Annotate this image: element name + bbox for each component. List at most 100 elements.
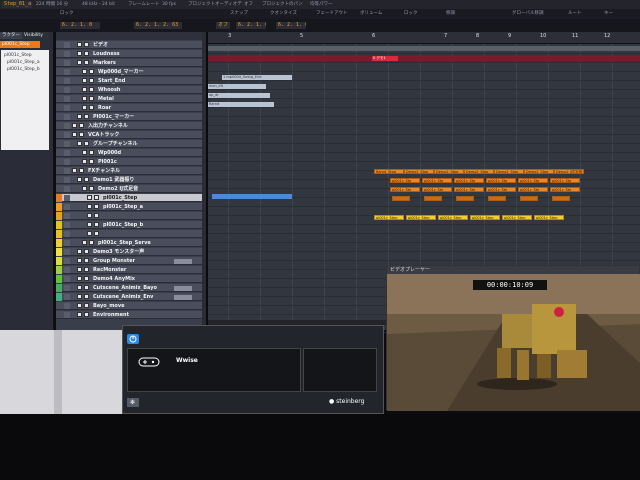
solo-button[interactable] [84,303,89,308]
track-row[interactable]: pl001c_Step [56,194,206,202]
track-row[interactable]: Demo3 モンスター声 [56,248,206,256]
audio-event[interactable]: Rarnd [208,102,274,107]
track-row[interactable] [56,212,206,220]
audio-event[interactable]: mon_lift [208,84,266,89]
mute-button[interactable] [87,204,92,209]
track-row[interactable]: Whoosh [56,86,206,94]
track-fader-chip[interactable] [174,258,192,264]
mute-button[interactable] [77,258,82,263]
track-name[interactable]: Environment [93,311,129,319]
serve-event[interactable]: pl001c_Step [502,215,532,220]
mute-button[interactable] [82,87,87,92]
step-sub-event[interactable] [424,196,442,201]
solo-button[interactable] [89,96,94,101]
track-name[interactable]: FXチャンネル [88,167,120,175]
mute-button[interactable] [77,177,82,182]
mute-button[interactable] [87,222,92,227]
solo-button[interactable] [84,114,89,119]
solo-button[interactable] [84,141,89,146]
solo-button[interactable] [79,168,84,173]
mute-button[interactable] [77,285,82,290]
serve-event[interactable]: pl001c_Step [374,215,404,220]
step-event[interactable]: pl001c_Ste [422,187,452,192]
solo-button[interactable] [94,222,99,227]
solo-button[interactable] [89,186,94,191]
position-lcd[interactable]: 6. 2. 1. 0 [60,22,100,29]
track-name[interactable]: Pl001c_マーカー [93,113,134,121]
track-row[interactable]: Start_End [56,77,206,85]
solo-button[interactable] [84,60,89,65]
mute-button[interactable] [77,267,82,272]
solo-button[interactable] [89,78,94,83]
solo-button[interactable] [94,213,99,218]
loudness-lane[interactable] [208,46,640,51]
step-sub-event[interactable] [392,196,410,201]
marker-event[interactable]: 0 デモ1 [372,56,398,61]
track-name[interactable]: Bayo_move [93,302,125,310]
mute-button[interactable] [72,168,77,173]
track-row[interactable]: Group Monster [56,257,206,265]
track-name[interactable]: Group Monster [93,257,135,265]
project-tab[interactable]: Step_01_a [2,1,32,8]
step-event-header[interactable]: Demo2_Step [524,169,554,174]
track-row[interactable]: pl001c_Step_a [56,203,206,211]
serve-event[interactable]: pl001c_Step [438,215,468,220]
solo-button[interactable] [89,105,94,110]
step-event-header[interactable]: Demo2_Step [494,169,524,174]
sync-lcd[interactable]: 6. 2. 1. 0 [236,22,266,29]
solo-button[interactable] [84,258,89,263]
mute-button[interactable] [87,195,92,200]
track-row[interactable]: Markers [56,59,206,67]
step-event-header[interactable]: Demo2 IJ式足音 [554,169,584,174]
audio-event[interactable]: op_dr [208,93,270,98]
track-name[interactable]: Cutscene_Animix_Env [93,293,153,301]
wwise-plugin-slot[interactable]: Wwise [127,348,301,392]
track-row[interactable]: Environment [56,311,206,319]
track-row[interactable] [56,230,206,238]
step-event[interactable]: pl001c_Ste [454,187,484,192]
mute-button[interactable] [77,141,82,146]
track-name[interactable]: Cutscene_Animix_Bayo [93,284,157,292]
track-name[interactable]: 入出力チャンネル [88,122,128,130]
length-lcd[interactable]: 6. 2. 1. 2. 63 [134,22,182,29]
step-event[interactable]: pl001c_Ste [486,187,516,192]
step-event[interactable]: pl001c_Ste [550,178,580,183]
video-player-title[interactable]: ビデオプレーヤー [387,266,639,274]
tab-character[interactable]: ラクター [0,32,22,39]
track-row[interactable]: Pl001c_マーカー [56,113,206,121]
step-event[interactable]: pl001c_Ste [390,178,420,183]
track-row[interactable]: pl001c_Step_b [56,221,206,229]
list-item[interactable]: pl001c_Step [4,53,32,58]
solo-button[interactable] [84,42,89,47]
track-row[interactable]: Metal [56,95,206,103]
track-row[interactable]: グループチャンネル [56,140,206,148]
track-name[interactable]: Demo2 IJ式足音 [98,185,138,193]
mute-button[interactable] [82,150,87,155]
step-event[interactable]: pl001c_Ste [518,178,548,183]
solo-button[interactable] [94,195,99,200]
step-event[interactable]: pl001c_Ste [422,178,452,183]
pan-value[interactable]: オフ [244,1,253,8]
solo-button[interactable] [84,51,89,56]
mute-button[interactable] [77,312,82,317]
sample-rate[interactable]: 48 kHz - 24 bit [82,1,115,8]
mute-button[interactable] [87,213,92,218]
mute-button[interactable] [77,303,82,308]
track-name[interactable]: pl001c_Step_a [103,203,143,211]
mute-button[interactable] [77,42,82,47]
solo-button[interactable] [84,285,89,290]
track-row[interactable]: Loudness [56,50,206,58]
mute-button[interactable] [82,159,87,164]
solo-button[interactable] [79,123,84,128]
track-fader-chip[interactable] [174,285,192,291]
marker-lane[interactable] [208,56,640,61]
solo-button[interactable] [84,294,89,299]
solo-button[interactable] [84,249,89,254]
solo-button[interactable] [84,276,89,281]
mute-button[interactable] [72,123,77,128]
solo-button[interactable] [94,204,99,209]
track-row[interactable]: 入出力チャンネル [56,122,206,130]
track-row[interactable]: ビデオ [56,41,206,49]
mute-button[interactable] [77,114,82,119]
solo-button[interactable] [89,159,94,164]
